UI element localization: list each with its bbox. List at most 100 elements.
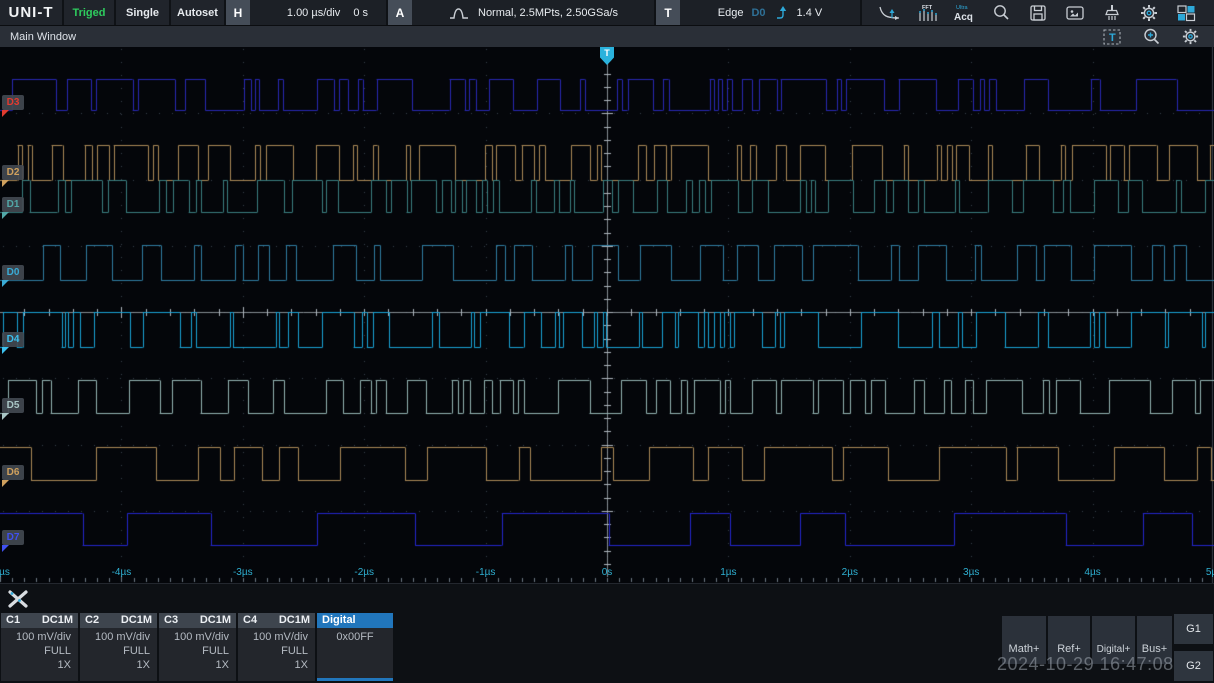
- brush-icon[interactable]: [1099, 1, 1125, 24]
- ref-add-button[interactable]: Ref+: [1048, 616, 1090, 664]
- brand-logo: UNI-T: [0, 0, 62, 25]
- c4-name: C4: [243, 614, 258, 626]
- c1-name: C1: [6, 614, 21, 626]
- digital-channel-label-d5[interactable]: D5: [2, 398, 24, 413]
- digital-card-label: Digital: [322, 614, 356, 626]
- svg-text:Ultra: Ultra: [956, 5, 969, 11]
- screenshot-icon[interactable]: [1062, 1, 1088, 24]
- trigger-level: 1.4 V: [796, 6, 823, 19]
- time-axis-label: -3µs: [232, 567, 253, 578]
- c3-bandwidth: FULL: [202, 645, 229, 657]
- brand-logo-text: UNI-T: [8, 4, 54, 21]
- save-icon[interactable]: [1025, 1, 1051, 24]
- digital-channel-label-d3[interactable]: D3: [2, 95, 24, 110]
- trigger-status-button[interactable]: Triged: [64, 0, 114, 25]
- c4-coupling: DC1M: [278, 614, 310, 626]
- digital-channel-label-d0[interactable]: D0: [2, 265, 24, 280]
- time-axis-label: 1µs: [720, 567, 737, 578]
- c2-bandwidth: FULL: [123, 645, 150, 657]
- c4-bandwidth: FULL: [281, 645, 308, 657]
- c2-name: C2: [85, 614, 100, 626]
- trigger-key-button[interactable]: T: [656, 0, 680, 25]
- add-buttons: Math+ Ref+ Digital+ Bus+: [1002, 616, 1172, 664]
- search-icon[interactable]: [988, 1, 1014, 24]
- math-add-button[interactable]: Math+: [1002, 616, 1046, 664]
- fft-icon[interactable]: FFT: [914, 1, 940, 24]
- channel-card-c4[interactable]: C4 DC1M 100 mV/div FULL 1X: [238, 613, 315, 681]
- trigger-group: T Edge D0 1.4 V: [656, 0, 860, 25]
- g2-button[interactable]: G2: [1174, 651, 1213, 681]
- c2-coupling: DC1M: [120, 614, 152, 626]
- waveform-display: T -5µs-4µs-3µs-2µs-1µs0s1µs2µs3µs4µs5µs …: [0, 47, 1214, 583]
- zoom-in-icon[interactable]: [1142, 27, 1161, 46]
- digital-channel-label-d6[interactable]: D6: [2, 465, 24, 480]
- c1-coupling: DC1M: [41, 614, 73, 626]
- single-button[interactable]: Single: [116, 0, 169, 25]
- trigger-source: D0: [751, 6, 766, 19]
- trigger-settings[interactable]: Edge D0 1.4 V: [680, 0, 860, 25]
- digital-channel-label-d2[interactable]: D2: [2, 165, 24, 180]
- acquire-key-button[interactable]: A: [388, 0, 412, 25]
- time-axis-label: -5µs: [0, 567, 10, 578]
- trigger-label-icon[interactable]: T: [1102, 28, 1122, 46]
- c4-probe: 1X: [294, 659, 308, 671]
- digital-add-button[interactable]: Digital+: [1092, 616, 1135, 664]
- pulse-icon: [450, 7, 468, 19]
- c1-probe: 1X: [57, 659, 71, 671]
- trigger-status-label: Triged: [72, 6, 106, 19]
- digital-channel-label-d4[interactable]: D4: [2, 332, 24, 347]
- waveform-canvas[interactable]: [0, 47, 1214, 583]
- time-axis-label: -4µs: [111, 567, 132, 578]
- bottom-panel: C1 DC1M 100 mV/div FULL 1X C2 DC1M 100 m…: [0, 583, 1214, 683]
- digital-channel-label-d7[interactable]: D7: [2, 530, 24, 545]
- time-axis-label: 2µs: [841, 567, 858, 578]
- channel-label-pointer: [2, 280, 9, 287]
- horizontal-offset: 0 s: [353, 6, 368, 19]
- channel-card-c1[interactable]: C1 DC1M 100 mV/div FULL 1X: [1, 613, 78, 681]
- trigger-type: Edge: [717, 6, 744, 19]
- time-axis-label: 3µs: [963, 567, 980, 578]
- channel-label-pointer: [2, 480, 9, 487]
- rising-edge-icon: [776, 5, 786, 19]
- horizontal-scale: 1.00 µs/div: [286, 6, 341, 19]
- settings-gear-icon[interactable]: [1136, 1, 1162, 24]
- digital-card[interactable]: Digital 0x00FF: [317, 613, 393, 681]
- channel-label-pointer: [2, 413, 9, 420]
- channel-label-pointer: [2, 110, 9, 117]
- channel-label-pointer: [2, 212, 9, 219]
- horizontal-key-button[interactable]: H: [226, 0, 250, 25]
- digital-bus-value: 0x00FF: [336, 631, 374, 643]
- digital-channel-label-d1[interactable]: D1: [2, 197, 24, 212]
- acquire-group: A Normal, 2.5MPts, 2.50GSa/s: [388, 0, 654, 25]
- time-axis-label: 5µs: [1205, 567, 1214, 578]
- measure-cursor-icon[interactable]: [877, 1, 903, 24]
- acquire-settings[interactable]: Normal, 2.5MPts, 2.50GSa/s: [412, 0, 654, 25]
- c2-scale: 100 mV/div: [94, 631, 150, 643]
- toolbar-icons: FFT Ultra Acq: [862, 0, 1214, 25]
- ultra-acquire-icon[interactable]: Ultra Acq: [951, 1, 977, 24]
- channel-cards: C1 DC1M 100 mV/div FULL 1X C2 DC1M 100 m…: [1, 613, 393, 681]
- c2-probe: 1X: [136, 659, 150, 671]
- c3-name: C3: [164, 614, 179, 626]
- time-axis-label: -2µs: [354, 567, 375, 578]
- tools-icon[interactable]: [6, 588, 30, 610]
- bus-add-button[interactable]: Bus+: [1137, 616, 1172, 664]
- c1-scale: 100 mV/div: [15, 631, 71, 643]
- time-axis-label: -1µs: [475, 567, 496, 578]
- channel-label-pointer: [2, 347, 9, 354]
- time-axis-label: 0s: [601, 567, 613, 578]
- channel-card-c3[interactable]: C3 DC1M 100 mV/div FULL 1X: [159, 613, 236, 681]
- autoset-button[interactable]: Autoset: [171, 0, 224, 25]
- window-title: Main Window: [10, 30, 77, 43]
- channel-label-pointer: [2, 545, 9, 552]
- display-settings-gear-icon[interactable]: [1181, 27, 1200, 46]
- window-layout-icon[interactable]: [1173, 1, 1199, 24]
- channel-card-c2[interactable]: C2 DC1M 100 mV/div FULL 1X: [80, 613, 157, 681]
- horizontal-settings[interactable]: 1.00 µs/div 0 s: [250, 0, 386, 25]
- c3-scale: 100 mV/div: [173, 631, 229, 643]
- time-axis-label: 4µs: [1084, 567, 1101, 578]
- svg-text:Acq: Acq: [954, 12, 973, 23]
- c4-scale: 100 mV/div: [252, 631, 308, 643]
- top-toolbar: UNI-T Triged Single Autoset H 1.00 µs/di…: [0, 0, 1214, 25]
- g1-button[interactable]: G1: [1174, 614, 1213, 644]
